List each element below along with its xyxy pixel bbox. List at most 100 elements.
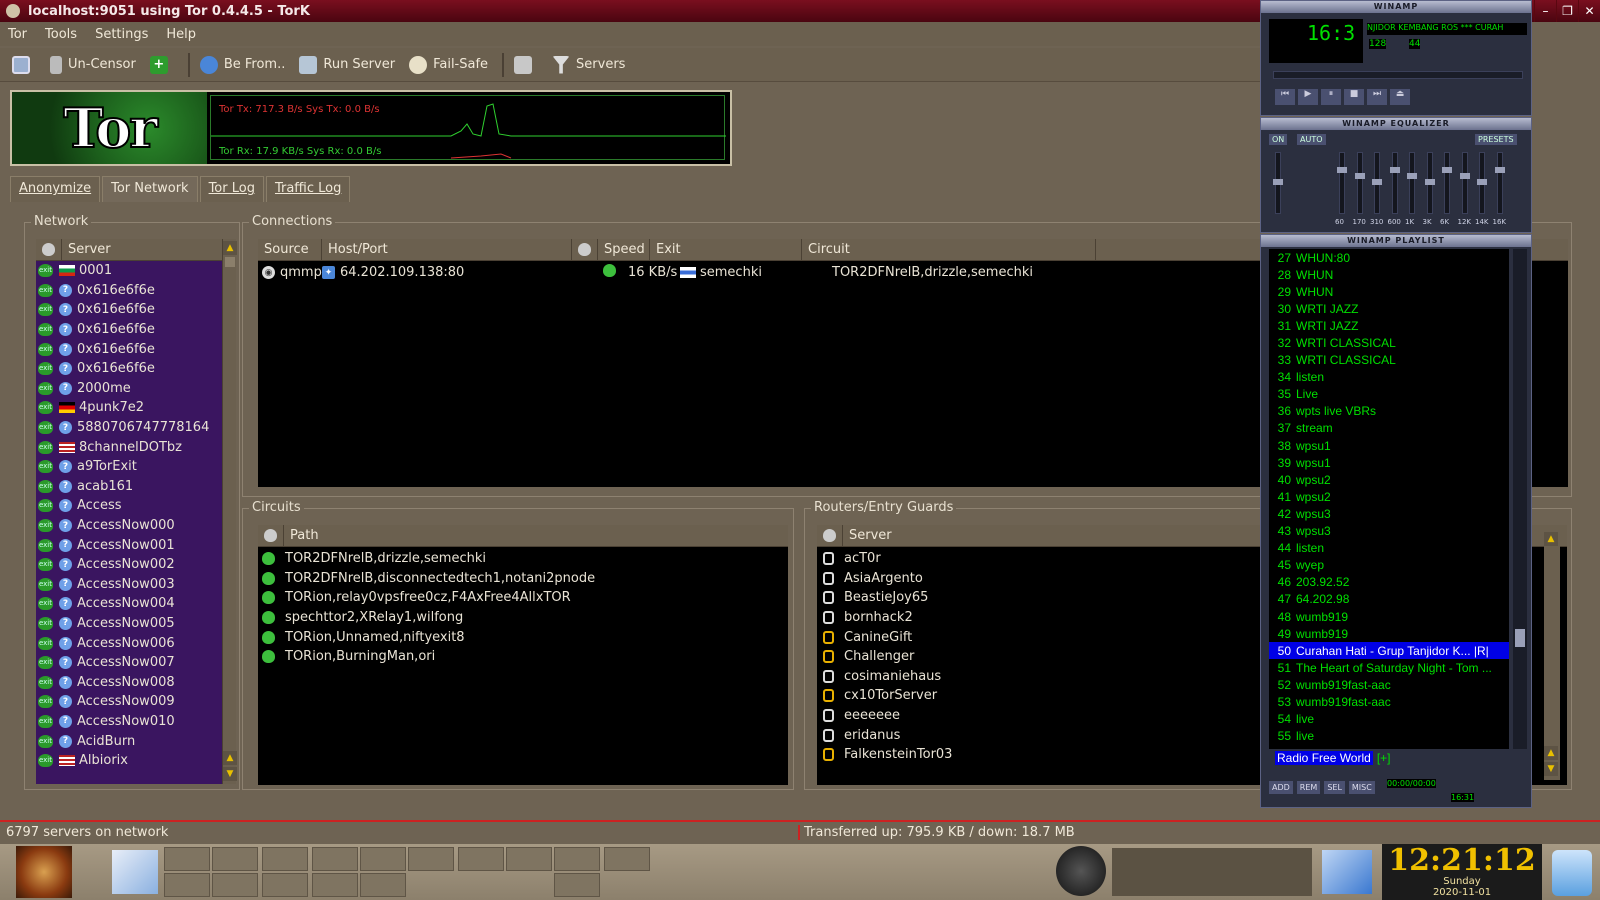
play-icon[interactable]: ▶ <box>1298 89 1318 105</box>
menu-settings[interactable]: Settings <box>95 27 148 42</box>
eq-knob[interactable] <box>1337 167 1347 173</box>
circuit-row[interactable]: spechttor2,XRelay1,wilfong <box>262 608 788 628</box>
playlist-item[interactable]: 35 Live <box>1269 386 1509 403</box>
playlist-item[interactable]: 54 live <box>1269 711 1509 728</box>
prev-icon[interactable]: ⏮ <box>1275 89 1295 105</box>
playlist-item[interactable]: 48 wumb919 <box>1269 608 1509 625</box>
server-list-scrollbar[interactable]: ▲ ▲ ▼ <box>222 239 237 784</box>
playlist-expand[interactable]: [+] <box>1377 751 1391 765</box>
servers-button[interactable]: Servers <box>552 55 625 74</box>
onion-column-header[interactable] <box>817 524 843 547</box>
scroll-up-arrow[interactable]: ▲ <box>223 241 237 255</box>
server-row[interactable]: exit? AccessNow007 <box>36 653 222 673</box>
server-row[interactable]: exit? AccessNow010 <box>36 712 222 732</box>
taskbar-slot[interactable] <box>262 847 308 871</box>
taskbar-slot[interactable] <box>604 847 650 871</box>
tab-tor-network[interactable]: Tor Network <box>102 176 198 202</box>
scroll-up-arrow-bottom[interactable]: ▲ <box>1544 746 1558 760</box>
circuit-row[interactable]: TORion,Unnamed,niftyexit8 <box>262 627 788 647</box>
taskbar-slot[interactable] <box>164 873 210 897</box>
equalizer-title[interactable]: WINAMP EQUALIZER <box>1261 118 1531 130</box>
playlist-item[interactable]: 42 wpsu3 <box>1269 505 1509 522</box>
server-row[interactable]: exit 8channelDOTbz <box>36 437 222 457</box>
eq-knob[interactable] <box>1354 173 1365 179</box>
eq-preamp-slider[interactable] <box>1273 152 1283 214</box>
scroll-up-arrow-bottom[interactable]: ▲ <box>223 751 237 765</box>
playlist-item[interactable]: 45 wyep <box>1269 557 1509 574</box>
onion-column-header[interactable] <box>572 238 598 261</box>
eq-band-slider[interactable] <box>1494 152 1505 214</box>
eq-band-slider[interactable] <box>1389 152 1400 214</box>
server-row[interactable]: exit? 0x616e6f6e <box>36 359 222 379</box>
playlist-item[interactable]: 44 listen <box>1269 540 1509 557</box>
scroll-thumb[interactable] <box>225 257 235 267</box>
eq-on-button[interactable]: ON <box>1269 134 1288 145</box>
tab-traffic-log[interactable]: Traffic Log <box>265 176 351 202</box>
eq-band-slider[interactable] <box>1372 152 1382 214</box>
monitor-button[interactable] <box>12 55 36 74</box>
server-row[interactable]: exit? 2000me <box>36 379 222 399</box>
taskbar-slot[interactable] <box>312 873 358 897</box>
folder-icon[interactable] <box>1322 850 1372 894</box>
server-row[interactable]: exit? AccessNow006 <box>36 633 222 653</box>
eq-knob[interactable] <box>1459 173 1470 179</box>
uncensor-button[interactable]: Un-Censor <box>50 55 136 74</box>
pause-icon[interactable]: ⏸ <box>1321 89 1341 105</box>
start-menu-icon[interactable] <box>16 846 72 898</box>
eq-band-slider[interactable] <box>1477 152 1487 214</box>
server-row[interactable]: exit? 0x616e6f6e <box>36 300 222 320</box>
server-row[interactable]: exit? AccessNow009 <box>36 692 222 712</box>
playlist-item[interactable]: 28 WHUN <box>1269 266 1509 283</box>
server-row[interactable]: exit? acab161 <box>36 477 222 497</box>
moon-icon[interactable] <box>1056 846 1106 896</box>
server-row[interactable]: exit? AccessNow000 <box>36 516 222 536</box>
routers-scrollbar[interactable]: ▲ ▲ ▼ <box>1544 532 1560 780</box>
server-row[interactable]: exit? AccessNow008 <box>36 672 222 692</box>
taskbar-slot[interactable] <box>312 847 358 871</box>
winamp-title[interactable]: WINAMP <box>1261 1 1531 13</box>
circuit-row[interactable]: TOR2DFNrelB,disconnectedtech1,notani2pno… <box>262 569 788 589</box>
playlist-sel-button[interactable]: SEL <box>1324 781 1345 794</box>
eq-knob[interactable] <box>1273 179 1283 185</box>
winamp-seek-bar[interactable] <box>1273 71 1523 79</box>
eq-band-slider[interactable] <box>1354 152 1365 214</box>
eq-band-slider[interactable] <box>1337 152 1347 214</box>
playlist-item[interactable]: 38 wpsu1 <box>1269 437 1509 454</box>
server-column-header[interactable]: Server <box>62 239 222 261</box>
taskbar-slot[interactable] <box>458 847 504 871</box>
scroll-up-arrow[interactable]: ▲ <box>1544 532 1558 546</box>
speed-column-header[interactable]: Speed <box>598 238 650 261</box>
taskbar-slot[interactable] <box>164 847 210 871</box>
playlist-item[interactable]: 55 live <box>1269 728 1509 745</box>
stop-icon[interactable]: ■ <box>1344 89 1364 105</box>
fail-safe-button[interactable]: Fail-Safe <box>409 55 488 74</box>
server-row[interactable]: exit Albiorix <box>36 751 222 771</box>
taskbar-slot[interactable] <box>360 847 406 871</box>
playlist-item[interactable]: 36 wpts live VBRs <box>1269 403 1509 420</box>
playlist-scrollbar[interactable] <box>1513 249 1527 749</box>
server-row[interactable]: exit? AccessNow003 <box>36 575 222 595</box>
minimize-button[interactable]: – <box>1534 0 1556 22</box>
trash-icon[interactable] <box>1552 850 1592 896</box>
server-row[interactable]: exit? a9TorExit <box>36 457 222 477</box>
circuit-row[interactable]: TOR2DFNrelB,drizzle,semechki <box>262 549 788 569</box>
eject-icon[interactable]: ⏏ <box>1390 89 1410 105</box>
playlist-item[interactable]: 27 WHUN:80 <box>1269 249 1509 266</box>
path-column-header[interactable]: Path <box>284 525 788 547</box>
playlist-item[interactable]: 53 wumb919fast-aac <box>1269 693 1509 710</box>
eq-band-slider[interactable] <box>1424 152 1435 214</box>
playlist-add-button[interactable]: ADD <box>1269 781 1293 794</box>
close-button[interactable]: ✕ <box>1578 0 1600 22</box>
eq-knob[interactable] <box>1389 167 1400 173</box>
server-row[interactable]: exit? Access <box>36 496 222 516</box>
add-button[interactable]: + <box>149 55 174 74</box>
menu-help[interactable]: Help <box>166 27 196 42</box>
server-row[interactable]: exit? AccessNow002 <box>36 555 222 575</box>
menu-tools[interactable]: Tools <box>45 27 77 42</box>
taskbar-slot[interactable] <box>506 847 552 871</box>
server-row[interactable]: exit 4punk7e2 <box>36 398 222 418</box>
eq-knob[interactable] <box>1442 167 1452 173</box>
run-server-button[interactable]: Run Server <box>299 55 395 74</box>
taskbar-slot[interactable] <box>360 873 406 897</box>
server-row[interactable]: exit 0001 <box>36 261 222 281</box>
